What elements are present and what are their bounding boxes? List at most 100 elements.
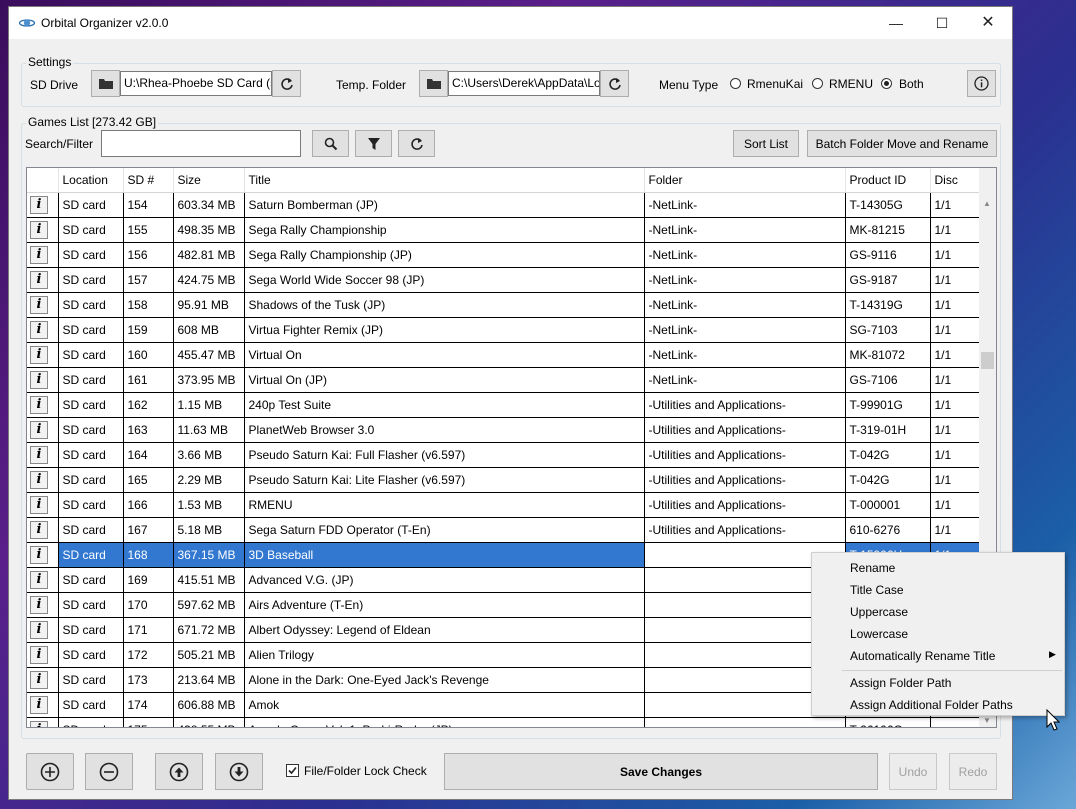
cell-product-id[interactable]: GS-7106 [845,367,931,393]
menu-item-assign-additional-paths[interactable]: Assign Additional Folder Paths [850,698,1013,712]
radio-rmenu[interactable] [812,78,823,89]
cell-folder[interactable]: -NetLink- [644,242,846,268]
game-info-icon[interactable]: i [30,546,48,564]
table-row[interactable]: i SD card 157 424.75 MB Sega World Wide Socc… [27,267,981,293]
cell-disc[interactable]: 1/1 [930,342,981,368]
cell-size[interactable]: 367.15 MB [173,542,245,568]
cell-product-id[interactable]: 610-6276 [845,517,931,543]
cell-title[interactable]: Sega Rally Championship (JP) [244,242,645,268]
cell-disc[interactable]: 1/1 [930,392,981,418]
cell-title[interactable]: Shadows of the Tusk (JP) [244,292,645,318]
batch-folder-move-button[interactable]: Batch Folder Move and Rename [807,130,997,157]
search-input[interactable] [101,130,301,157]
game-info-icon[interactable]: i [30,371,48,389]
table-row[interactable]: i SD card 159 608 MB Virtua Fighter Remix (J… [27,317,981,343]
cell-product-id[interactable]: MK-81215 [845,217,931,243]
cell-product-id[interactable]: T-042G [845,467,931,493]
game-info-icon[interactable]: i [30,471,48,489]
search-button[interactable] [312,130,349,157]
cell-disc[interactable]: 1/1 [930,217,981,243]
menu-item-auto-rename[interactable]: Automatically Rename Title [850,649,995,663]
cell-sd-number[interactable]: 159 [123,317,174,343]
redo-button[interactable]: Redo [949,753,997,790]
cell-title[interactable]: Alien Trilogy [244,642,645,668]
cell-disc[interactable]: 1/1 [930,192,981,218]
temp-folder-refresh-button[interactable] [600,70,629,97]
table-row[interactable]: i SD card 161 373.95 MB Virtual On (JP) -NetL… [27,367,981,393]
cell-sd-number[interactable]: 169 [123,567,174,593]
cell-product-id[interactable]: SG-7103 [845,317,931,343]
cell-size[interactable]: 606.88 MB [173,692,245,718]
cell-title[interactable]: RMENU [244,492,645,518]
game-info-icon[interactable]: i [30,646,48,664]
table-row[interactable]: i SD card 166 1.53 MB RMENU -Utilities and Ap… [27,492,981,518]
move-up-button[interactable] [155,753,203,790]
cell-title[interactable]: Saturn Bomberman (JP) [244,192,645,218]
lock-check-checkbox[interactable] [286,764,299,777]
cell-product-id[interactable]: T-14319G [845,292,931,318]
cell-sd-number[interactable]: 156 [123,242,174,268]
cell-size[interactable]: 95.91 MB [173,292,245,318]
menu-item-assign-folder-path[interactable]: Assign Folder Path [850,676,951,690]
cell-location[interactable]: SD card [58,717,124,727]
cell-sd-number[interactable]: 155 [123,217,174,243]
add-game-button[interactable] [26,753,74,790]
cell-location[interactable]: SD card [58,567,124,593]
cell-sd-number[interactable]: 162 [123,392,174,418]
cell-product-id[interactable]: T-99901G [845,392,931,418]
cell-location[interactable]: SD card [58,317,124,343]
game-info-icon[interactable]: i [30,446,48,464]
cell-folder[interactable]: -Utilities and Applications- [644,492,846,518]
table-row[interactable]: i SD card 158 95.91 MB Shadows of the Tusk (… [27,292,981,318]
cell-folder[interactable]: -Utilities and Applications- [644,417,846,443]
cell-sd-number[interactable]: 173 [123,667,174,693]
cell-title[interactable]: Virtual On (JP) [244,367,645,393]
cell-folder[interactable]: -NetLink- [644,367,846,393]
game-info-icon[interactable]: i [30,296,48,314]
cell-folder[interactable] [644,717,846,727]
cell-title[interactable]: Pseudo Saturn Kai: Full Flasher (v6.597) [244,442,645,468]
cell-title[interactable]: 240p Test Suite [244,392,645,418]
cell-location[interactable]: SD card [58,492,124,518]
cell-disc[interactable]: 1/1 [930,242,981,268]
game-info-icon[interactable]: i [30,221,48,239]
header-folder[interactable]: Folder [644,168,846,193]
cell-sd-number[interactable]: 158 [123,292,174,318]
sort-list-button[interactable]: Sort List [733,130,799,157]
cell-title[interactable]: Sega Rally Championship [244,217,645,243]
cell-disc[interactable]: 1/1 [930,467,981,493]
cell-size[interactable]: 2.29 MB [173,467,245,493]
cell-title[interactable]: Virtual On [244,342,645,368]
game-info-icon[interactable]: i [30,271,48,289]
cell-sd-number[interactable]: 164 [123,442,174,468]
cell-sd-number[interactable]: 172 [123,642,174,668]
table-row[interactable]: i SD card 160 455.47 MB Virtual On -NetLink- M… [27,342,981,368]
cell-location[interactable]: SD card [58,192,124,218]
cell-location[interactable]: SD card [58,467,124,493]
cell-location[interactable]: SD card [58,392,124,418]
cell-sd-number[interactable]: 171 [123,617,174,643]
cell-folder[interactable]: -NetLink- [644,317,846,343]
scrollbar-thumb[interactable] [981,352,994,369]
cell-folder[interactable]: -NetLink- [644,342,846,368]
game-info-icon[interactable]: i [30,571,48,589]
cell-title[interactable]: Sega World Wide Soccer 98 (JP) [244,267,645,293]
cell-location[interactable]: SD card [58,617,124,643]
radio-both[interactable] [881,78,892,89]
cell-size[interactable]: 498.35 MB [173,217,245,243]
cell-sd-number[interactable]: 160 [123,342,174,368]
cell-size[interactable]: 482.81 MB [173,242,245,268]
cell-size[interactable]: 438.55 MB [173,717,245,727]
about-button[interactable] [967,70,996,97]
game-info-icon[interactable]: i [30,196,48,214]
cell-title[interactable]: Airs Adventure (T-En) [244,592,645,618]
cell-sd-number[interactable]: 165 [123,467,174,493]
cell-sd-number[interactable]: 174 [123,692,174,718]
radio-rmenukai[interactable] [730,78,741,89]
cell-location[interactable]: SD card [58,217,124,243]
cell-disc[interactable]: 1/1 [930,367,981,393]
header-product-id[interactable]: Product ID [845,168,931,193]
cell-location[interactable]: SD card [58,267,124,293]
table-row[interactable]: i SD card 156 482.81 MB Sega Rally Champions… [27,242,981,268]
cell-location[interactable]: SD card [58,592,124,618]
